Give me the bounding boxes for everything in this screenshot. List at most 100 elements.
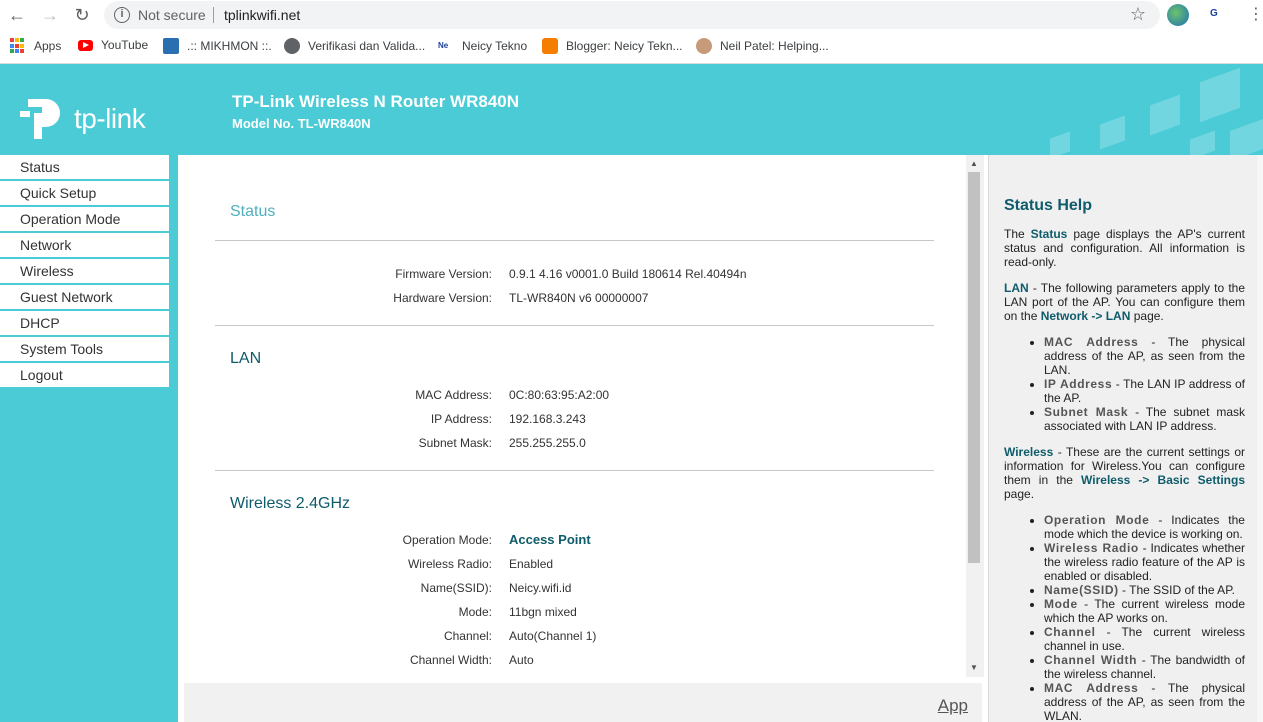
sidebar-item-wireless[interactable]: Wireless <box>0 259 169 283</box>
list-item: Subnet Mask - The subnet mask associated… <box>1044 405 1245 433</box>
bookmark-label: Blogger: Neicy Tekn... <box>566 39 683 53</box>
operation-mode-label: Operation Mode: <box>402 533 492 547</box>
bookmark-mikhmon[interactable]: .:: MIKHMON ::. <box>163 38 272 54</box>
list-item: Operation Mode - Indicates the mode whic… <box>1044 513 1245 541</box>
sidebar-item-operation-mode[interactable]: Operation Mode <box>0 207 169 231</box>
sidebar-item-logout[interactable]: Logout <box>0 363 169 387</box>
header-decoration <box>1150 94 1180 136</box>
bookmark-apps[interactable]: Apps <box>10 38 61 54</box>
mac-label: MAC Address: <box>415 388 492 402</box>
list-item: MAC Address - The physical address of th… <box>1044 335 1245 377</box>
main-content: Status Firmware Version: 0.9.1 4.16 v000… <box>178 155 988 722</box>
wireless-radio-label: Wireless Radio: <box>407 557 492 571</box>
bookmark-label: .:: MIKHMON ::. <box>187 39 272 53</box>
address-bar[interactable]: i Not secure tplinkwifi.net ☆ <box>104 1 1160 29</box>
browser-toolbar: ← → ↻ i Not secure tplinkwifi.net ☆ G ⋮ <box>0 0 1263 30</box>
blogger-icon <box>542 38 558 54</box>
wireless-radio-value: Enabled <box>509 557 554 571</box>
list-item: MAC Address - The physical address of th… <box>1044 681 1245 722</box>
help-title: Status Help <box>1004 197 1093 214</box>
header-decoration <box>1190 130 1215 155</box>
ip-label: IP Address: <box>430 412 492 426</box>
divider <box>215 470 934 471</box>
sidebar-item-network[interactable]: Network <box>0 233 169 257</box>
app-link[interactable]: App <box>938 696 968 716</box>
sidebar-item-system-tools[interactable]: System Tools <box>0 337 169 361</box>
ssid-label: Name(SSID): <box>420 581 492 595</box>
subnet-label: Subnet Mask: <box>418 436 492 450</box>
bookmark-blogger[interactable]: Blogger: Neicy Tekn... <box>542 38 683 54</box>
header-decoration <box>1100 115 1125 150</box>
ssid-value: Neicy.wifi.id <box>509 581 572 595</box>
help-pane: Status Help The Status page displays the… <box>988 155 1263 722</box>
help-lan-link: Network -> LAN <box>1040 309 1131 323</box>
scroll-down-icon[interactable]: ▼ <box>970 663 978 672</box>
divider <box>215 240 934 241</box>
reload-icon[interactable]: ↻ <box>71 4 93 26</box>
header-decoration <box>1200 67 1240 123</box>
avatar-icon <box>696 38 712 54</box>
hardware-label: Hardware Version: <box>393 291 492 305</box>
status-section-title: Status <box>230 203 276 220</box>
content-scrollbar[interactable]: ▲ ▼ <box>966 155 984 677</box>
mikhmon-icon <box>163 38 179 54</box>
channel-value: Auto(Channel 1) <box>509 629 597 643</box>
mac-value: 0C:80:63:95:A2:00 <box>509 388 610 402</box>
apps-grid-icon <box>10 38 26 54</box>
bookmark-label: YouTube <box>101 38 149 52</box>
help-content: Status Help The Status page displays the… <box>1004 197 1245 722</box>
router-title: TP-Link Wireless N Router WR840N <box>232 92 520 111</box>
list-item: Channel - The current wireless channel i… <box>1044 625 1245 653</box>
youtube-icon <box>78 39 93 51</box>
omnibox-separator <box>213 7 214 23</box>
bookmark-neil-patel[interactable]: Neil Patel: Helping... <box>696 38 829 54</box>
extension-globe-icon[interactable] <box>1167 4 1189 26</box>
help-scrollbar[interactable] <box>1257 155 1263 722</box>
forward-icon[interactable]: → <box>39 4 61 26</box>
tplink-logo-icon <box>20 99 60 139</box>
header-decoration <box>1050 131 1070 155</box>
channel-width-label: Channel Width: <box>409 653 492 667</box>
bookmark-label: Neicy Tekno <box>462 39 528 53</box>
sidebar-item-guest-network[interactable]: Guest Network <box>0 285 169 309</box>
sidebar-item-quick-setup[interactable]: Quick Setup <box>0 181 169 205</box>
firmware-label: Firmware Version: <box>395 267 492 281</box>
bookmark-label: Neil Patel: Helping... <box>720 39 829 53</box>
logo-text: tp-link <box>74 103 146 134</box>
channel-width-value: Auto <box>509 653 534 667</box>
sidebar-menu: Status Quick Setup Operation Mode Networ… <box>0 155 178 722</box>
bookmark-youtube[interactable]: YouTube <box>78 38 148 52</box>
list-item: Name(SSID) - The SSID of the AP. <box>1044 583 1245 597</box>
info-icon[interactable]: i <box>114 7 130 23</box>
lan-section-title: LAN <box>230 350 262 367</box>
browser-menu-icon[interactable]: ⋮ <box>1248 4 1263 24</box>
back-icon[interactable]: ← <box>6 4 28 26</box>
ip-value: 192.168.3.243 <box>509 412 586 426</box>
bookmark-star-icon[interactable]: ☆ <box>1130 4 1146 25</box>
router-model: Model No. TL-WR840N <box>232 116 371 131</box>
list-item: Channel Width - The bandwidth of the wir… <box>1044 653 1245 681</box>
hardware-value: TL-WR840N v6 00000007 <box>509 291 649 305</box>
status-panel: Status Firmware Version: 0.9.1 4.16 v000… <box>178 155 966 682</box>
list-item: Wireless Radio - Indicates whether the w… <box>1044 541 1245 583</box>
bookmark-neicy-tekno[interactable]: Ne Neicy Tekno <box>438 38 527 54</box>
subnet-value: 255.255.255.0 <box>509 436 586 450</box>
sidebar-item-status[interactable]: Status <box>0 155 169 179</box>
mode-label: Mode: <box>458 605 492 619</box>
help-wireless: Wireless - These are the current setting… <box>1004 445 1246 501</box>
url-text[interactable]: tplinkwifi.net <box>224 7 300 23</box>
list-item: IP Address - The LAN IP address of the A… <box>1044 377 1245 405</box>
divider <box>215 325 934 326</box>
scroll-up-icon[interactable]: ▲ <box>970 159 978 168</box>
not-secure-label: Not secure <box>138 7 206 23</box>
firmware-value: 0.9.1 4.16 v0001.0 Build 180614 Rel.4049… <box>509 267 747 281</box>
help-wireless-list: Operation Mode - Indicates the mode whic… <box>1004 513 1245 722</box>
scroll-thumb[interactable] <box>968 172 980 563</box>
bookmarks-bar: Apps YouTube .:: MIKHMON ::. Verifikasi … <box>0 30 1263 64</box>
help-lan: LAN - The following parameters apply to … <box>1004 281 1245 323</box>
extension-icon[interactable]: G <box>1210 8 1218 19</box>
sidebar-item-dhcp[interactable]: DHCP <box>0 311 169 335</box>
help-intro: The Status page displays the AP's curren… <box>1004 227 1245 269</box>
help-wireless-link: Wireless -> Basic Settings <box>1081 473 1246 487</box>
bookmark-verifikasi[interactable]: Verifikasi dan Valida... <box>284 38 425 54</box>
